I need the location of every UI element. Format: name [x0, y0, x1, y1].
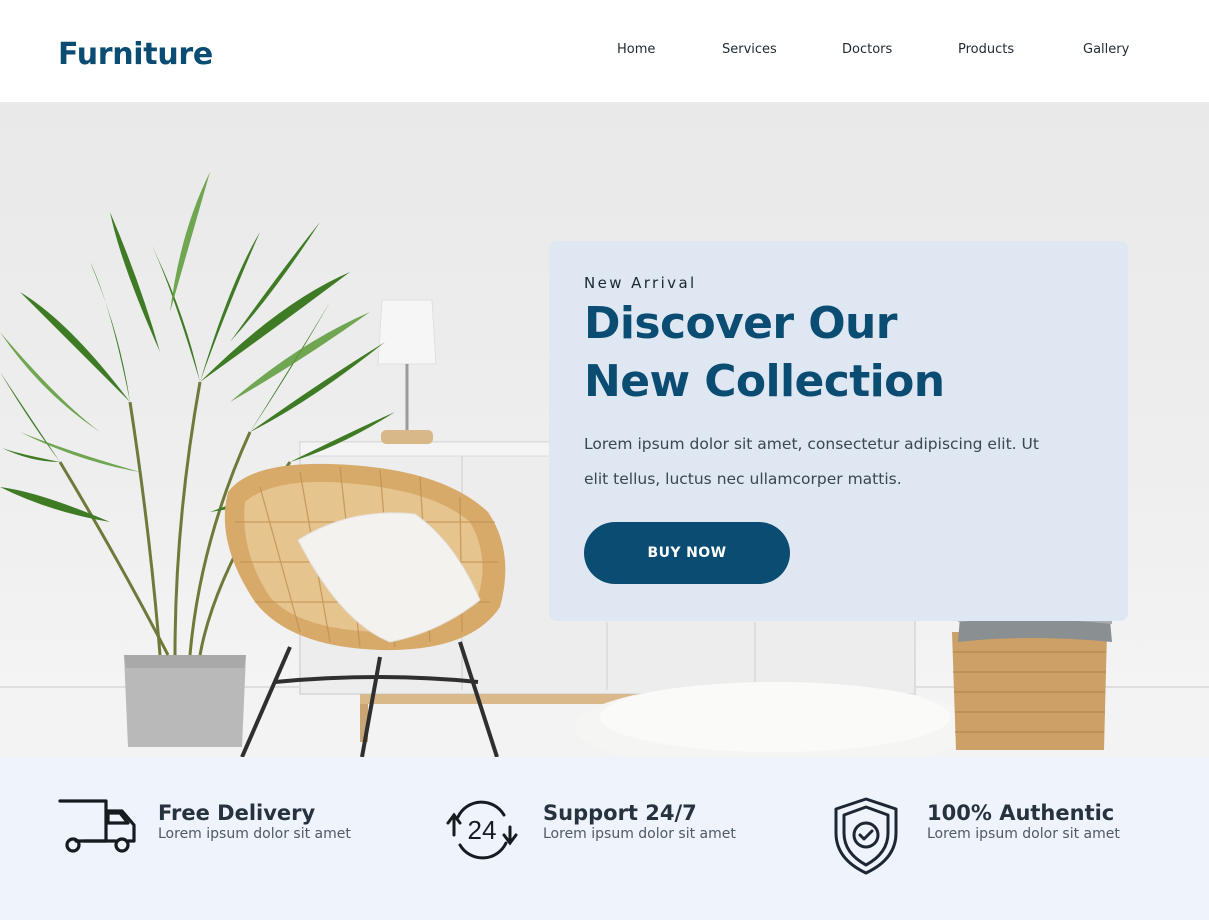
nav-link-doctors[interactable]: Doctors — [842, 40, 892, 60]
promo-card: New Arrival Discover Our New Collection … — [549, 241, 1128, 621]
delivery-truck-icon — [58, 799, 136, 853]
shield-check-icon — [834, 797, 898, 875]
feature-title-support: Support 24/7 — [543, 801, 697, 825]
nav-link-services[interactable]: Services — [722, 40, 777, 60]
nav-link-products[interactable]: Products — [958, 40, 1014, 60]
nav-link-home[interactable]: Home — [617, 40, 655, 60]
promo-description: Lorem ipsum dolor sit amet, consectetur … — [584, 427, 1084, 497]
feature-subtitle-support: Lorem ipsum dolor sit amet — [543, 826, 736, 842]
promo-title-line-1: Discover Our — [584, 298, 897, 349]
hero-section: New Arrival Discover Our New Collection … — [0, 102, 1209, 757]
svg-text:24: 24 — [468, 815, 497, 845]
promo-eyebrow: New Arrival — [584, 274, 697, 292]
feature-title-authentic: 100% Authentic — [927, 801, 1115, 825]
buy-now-button[interactable]: BUY NOW — [584, 522, 790, 584]
nav-link-gallery[interactable]: Gallery — [1083, 40, 1129, 60]
site-logo[interactable]: Furniture — [58, 35, 213, 75]
promo-title-line-2: New Collection — [584, 356, 945, 407]
feature-subtitle-delivery: Lorem ipsum dolor sit amet — [158, 826, 351, 842]
support-24-icon: 24 — [446, 800, 518, 860]
features-bar: Free Delivery Lorem ipsum dolor sit amet… — [0, 757, 1209, 920]
promo-description-line-2: elit tellus, luctus nec ullamcorper matt… — [584, 470, 902, 488]
promo-title: Discover Our New Collection — [584, 295, 1104, 411]
feature-subtitle-authentic: Lorem ipsum dolor sit amet — [927, 826, 1120, 842]
promo-description-line-1: Lorem ipsum dolor sit amet, consectetur … — [584, 435, 1039, 453]
feature-title-delivery: Free Delivery — [158, 801, 316, 825]
site-header: Furniture Home Services Doctors Products… — [0, 0, 1209, 102]
